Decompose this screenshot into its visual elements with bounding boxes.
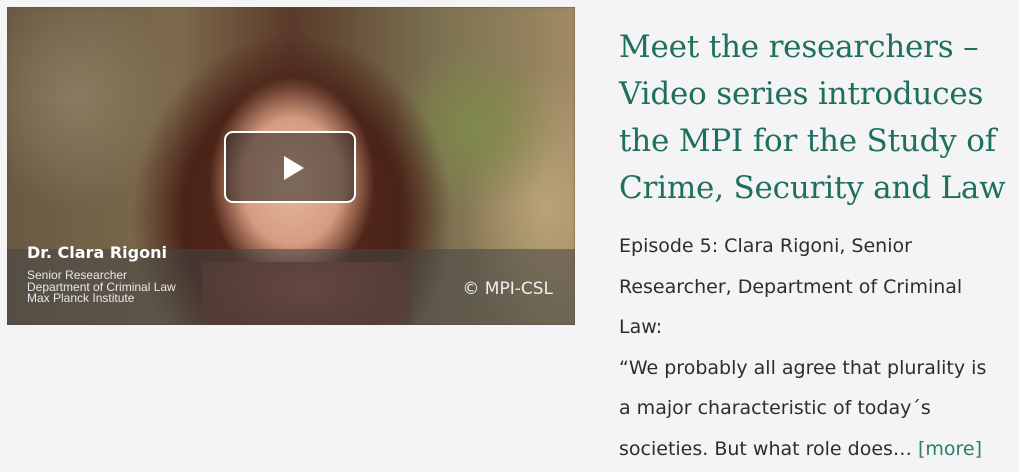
- video-copyright: © MPI-CSL: [462, 279, 553, 299]
- excerpt-line: Researcher, Department of Criminal: [619, 275, 963, 298]
- excerpt-line: Episode 5: Clara Rigoni, Senior: [619, 235, 912, 257]
- news-teaser: Dr. Clara Rigoni Senior Researcher Depar…: [0, 0, 1019, 472]
- video-person-info: Senior Researcher Department of Criminal…: [27, 269, 176, 305]
- excerpt-line: Law:: [619, 316, 663, 338]
- headline-line: Meet the researchers –: [619, 29, 979, 65]
- play-button[interactable]: [224, 131, 356, 203]
- headline-line: Crime, Security and Law: [619, 170, 1006, 206]
- headline-line: the MPI for the Study of: [619, 123, 996, 159]
- video-thumbnail[interactable]: Dr. Clara Rigoni Senior Researcher Depar…: [7, 7, 575, 325]
- excerpt-line: a major characteristic of today´s: [619, 397, 931, 419]
- article-teaser: Meet the researchers – Video series intr…: [619, 24, 1015, 469]
- video-person-name: Dr. Clara Rigoni: [27, 243, 167, 262]
- excerpt-line-last: societies. But what role does… [more]: [619, 429, 1015, 470]
- headline-line: Video series introduces: [619, 76, 984, 112]
- excerpt-text: societies. But what role does…: [619, 437, 912, 460]
- video-person-institute: Max Planck Institute: [27, 291, 135, 305]
- excerpt-line: “We probably all agree that plurality is: [619, 356, 987, 379]
- play-icon: [284, 156, 304, 180]
- read-more-link[interactable]: [more]: [918, 438, 982, 460]
- article-headline[interactable]: Meet the researchers – Video series intr…: [619, 24, 1015, 212]
- article-excerpt: Episode 5: Clara Rigoni, Senior Research…: [619, 226, 1015, 469]
